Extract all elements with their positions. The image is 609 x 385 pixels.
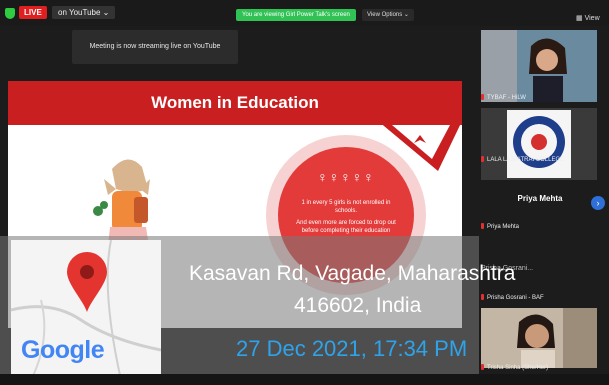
participants-panel: TYBAF - HiLW LALA LAJPATRAI COLLEGE Priy… (471, 26, 609, 385)
view-button-label: View (584, 15, 600, 22)
chevron-down-icon: ⌄ (403, 12, 409, 18)
mic-muted-icon (481, 364, 484, 371)
college-logo-video (481, 108, 597, 180)
stat-text-secondary: And even more are forced to drop out bef… (296, 220, 396, 234)
participant-center-label: Priya Mehta (517, 194, 563, 203)
top-toolbar: LIVE on YouTube ⌄ You are viewing Girl P… (0, 0, 609, 26)
participant-tile[interactable] (481, 30, 597, 102)
screen-share-notice: You are viewing Girl Power Talk's screen (236, 9, 356, 21)
chevron-right-icon: › (596, 198, 600, 208)
address-line-1: Kasavan Rd, Vagade, Maharashtra (189, 262, 516, 285)
grid-view-icon: ▦ (576, 15, 583, 22)
stat-text-primary: 1 in every 5 girls is not enrolled in sc… (301, 200, 391, 214)
address-line-2: 416602, India (294, 294, 422, 317)
mic-muted-icon (481, 156, 484, 163)
participant-name: Trisha Sinha (She/Her) (481, 363, 548, 373)
live-badge[interactable]: LIVE (19, 6, 47, 19)
bottom-toolbar (0, 374, 609, 385)
participant-name: LALA LAJPATRAI COLLEGE (481, 155, 564, 165)
slide-title: Women in Education (151, 93, 319, 112)
participant-name: Prisha Gosrani - BAF (481, 293, 544, 303)
participant-video (481, 30, 597, 102)
slide-banner: Women in Education (8, 81, 462, 125)
view-options-label: View Options (367, 12, 403, 18)
streaming-platform-label: on YouTube (58, 8, 101, 17)
participant-tile[interactable] (481, 308, 597, 368)
streaming-platform-dropdown[interactable]: on YouTube ⌄ (52, 6, 116, 19)
mic-muted-icon (481, 94, 484, 101)
participant-tile[interactable] (481, 108, 597, 180)
chevron-down-icon: ⌄ (102, 8, 110, 17)
participant-video (481, 308, 597, 368)
participant-name: Priya Mehta (481, 222, 519, 232)
google-logo: Google (21, 336, 105, 364)
view-options-button[interactable]: View Options ⌄ (362, 9, 414, 21)
streaming-toast: Meeting is now streaming live on YouTube (72, 30, 238, 64)
map-thumbnail: Google (11, 240, 161, 380)
girl-figures-icon: ♀♀♀♀♀ (317, 169, 375, 185)
timestamp: 27 Dec 2021, 17:34 PM (236, 336, 468, 361)
mic-muted-icon (481, 294, 484, 301)
mic-muted-icon (481, 223, 484, 230)
map-pin-icon (67, 252, 107, 312)
scroll-down-button[interactable]: › (591, 196, 605, 210)
security-shield-icon[interactable] (5, 8, 15, 19)
participant-name: TYBAF - HiLW (481, 93, 526, 103)
view-button[interactable]: ▦ View (576, 14, 600, 22)
